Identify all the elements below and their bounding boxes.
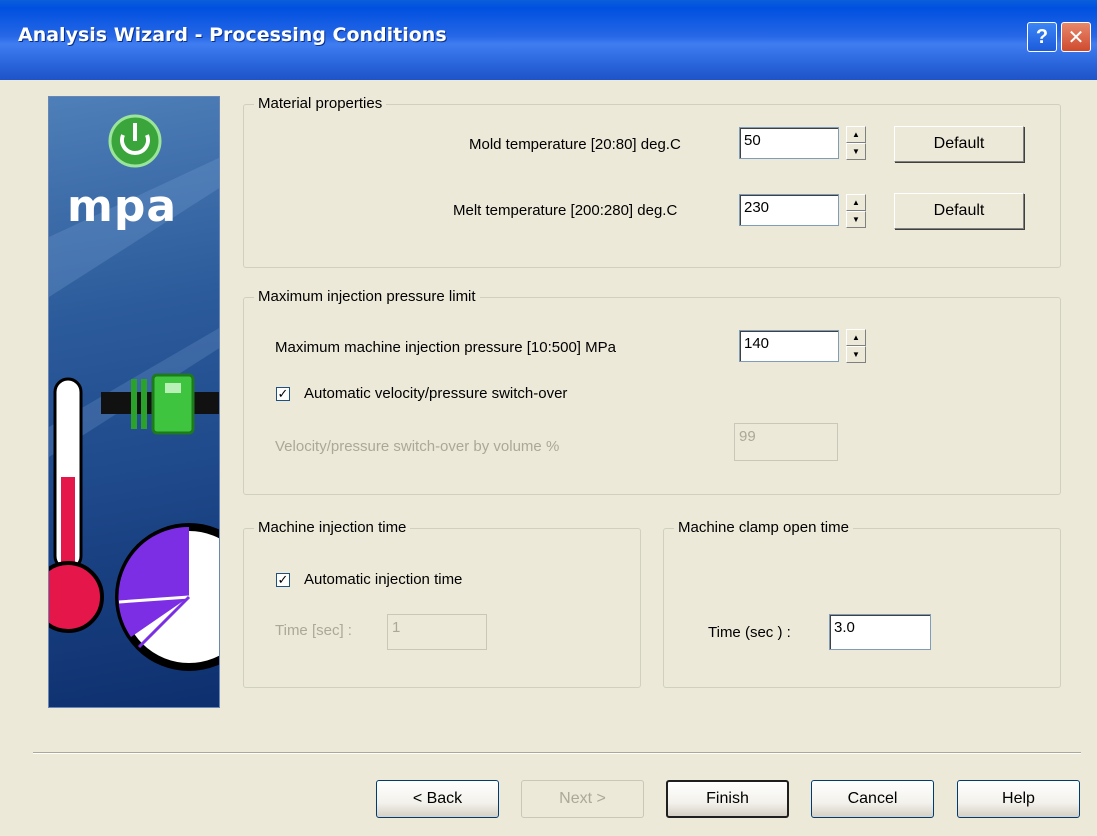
next-button[interactable]: Next > bbox=[521, 780, 644, 818]
clamp-time-title: Machine clamp open time bbox=[674, 519, 853, 537]
mold-temperature-label: Mold temperature [20:80] deg.C bbox=[469, 136, 681, 153]
help-button[interactable]: Help bbox=[957, 780, 1080, 818]
max-pressure-spinner[interactable]: ▲ ▼ bbox=[846, 329, 866, 363]
close-button[interactable]: ✕ bbox=[1061, 22, 1091, 52]
question-icon: ? bbox=[1035, 25, 1049, 48]
mold-default-button[interactable]: Default bbox=[894, 126, 1024, 162]
injection-time-group: Machine injection time bbox=[243, 519, 641, 688]
help-title-button[interactable]: ? bbox=[1027, 22, 1057, 52]
clamp-time-input[interactable]: 3.0 bbox=[829, 614, 931, 650]
clock-pie-icon bbox=[115, 523, 219, 671]
back-button[interactable]: < Back bbox=[376, 780, 499, 818]
spin-up-icon[interactable]: ▲ bbox=[846, 329, 866, 346]
pressure-limit-title: Maximum injection pressure limit bbox=[254, 288, 480, 306]
cancel-button[interactable]: Cancel bbox=[811, 780, 934, 818]
power-logo-icon bbox=[108, 114, 162, 168]
spin-up-icon[interactable]: ▲ bbox=[846, 194, 866, 211]
title-bar: Analysis Wizard - Processing Conditions … bbox=[0, 0, 1097, 80]
auto-injection-time-checkbox[interactable]: ✓ bbox=[276, 573, 290, 587]
mold-temperature-spinner[interactable]: ▲ ▼ bbox=[846, 126, 866, 160]
side-banner-image: mpa bbox=[48, 96, 220, 708]
spin-down-icon[interactable]: ▼ bbox=[846, 346, 866, 363]
spin-down-icon[interactable]: ▼ bbox=[846, 143, 866, 160]
auto-switchover-label[interactable]: Automatic velocity/pressure switch-over bbox=[304, 385, 567, 403]
clamp-time-group: Machine clamp open time bbox=[663, 519, 1061, 688]
injection-time-input[interactable]: 1 bbox=[387, 614, 487, 650]
injection-unit-icon bbox=[101, 373, 219, 435]
melt-default-button[interactable]: Default bbox=[894, 193, 1024, 229]
melt-temperature-spinner[interactable]: ▲ ▼ bbox=[846, 194, 866, 228]
auto-injection-time-label[interactable]: Automatic injection time bbox=[304, 571, 462, 589]
switchover-volume-label: Velocity/pressure switch-over by volume … bbox=[275, 438, 560, 455]
finish-button[interactable]: Finish bbox=[666, 780, 789, 818]
close-icon: ✕ bbox=[1067, 26, 1085, 49]
melt-temperature-input[interactable]: 230 bbox=[739, 194, 839, 226]
max-pressure-input[interactable]: 140 bbox=[739, 330, 839, 362]
spin-up-icon[interactable]: ▲ bbox=[846, 126, 866, 143]
switchover-volume-input[interactable]: 99 bbox=[734, 423, 838, 461]
clamp-time-label: Time (sec ) : bbox=[708, 624, 791, 641]
mpa-logo-text: mpa bbox=[67, 181, 178, 232]
window-title: Analysis Wizard - Processing Conditions bbox=[18, 24, 447, 46]
injection-time-title: Machine injection time bbox=[254, 519, 411, 537]
max-pressure-label: Maximum machine injection pressure [10:5… bbox=[275, 339, 616, 356]
spin-down-icon[interactable]: ▼ bbox=[846, 211, 866, 228]
auto-switchover-checkbox[interactable]: ✓ bbox=[276, 387, 290, 401]
footer-separator bbox=[33, 752, 1081, 754]
mold-temperature-input[interactable]: 50 bbox=[739, 127, 839, 159]
injection-time-label: Time [sec] : bbox=[275, 622, 352, 639]
material-properties-title: Material properties bbox=[254, 95, 387, 113]
melt-temperature-label: Melt temperature [200:280] deg.C bbox=[453, 202, 678, 219]
